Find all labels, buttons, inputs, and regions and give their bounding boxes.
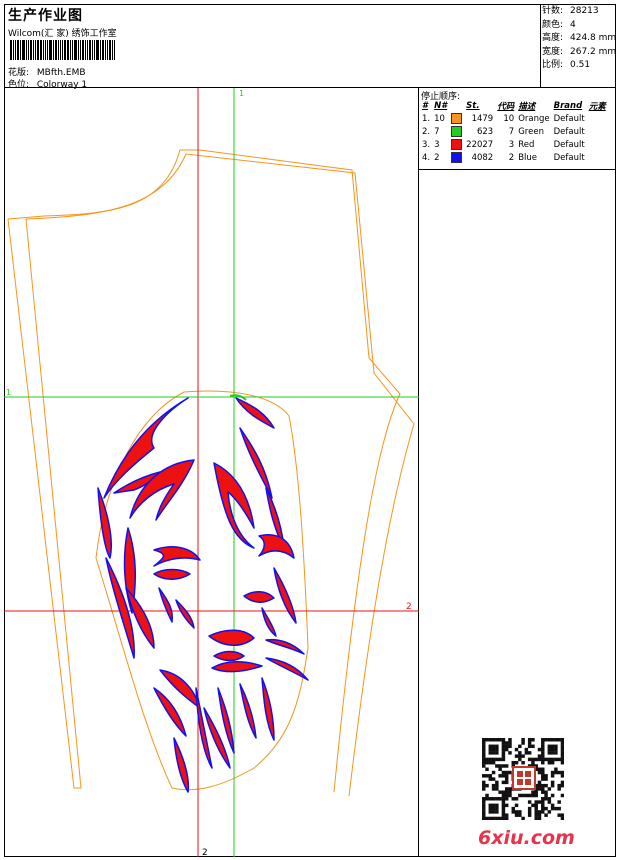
col-stitches-header: St.: [466, 101, 480, 111]
design-canvas[interactable]: 1 1 2 2: [4, 88, 419, 857]
col-index-header: #: [422, 101, 428, 111]
header-panel: 生产作业图 Wilcom(汇 家) 绣饰工作室 花版: MBfth.EMB 色位…: [4, 4, 541, 90]
color-swatch: [451, 126, 463, 137]
table-row: 2. 7 623 7 Green Default: [422, 126, 585, 137]
guide-label-h-right: 2: [406, 602, 412, 612]
table-row: 4. 2 4082 2 Blue Default: [422, 152, 585, 163]
stat-stitches: 针数: 28213: [542, 6, 599, 16]
col-desc-header: 描述: [518, 102, 536, 112]
stat-scale: 比例: 0.51: [542, 60, 591, 70]
garment-outline: [7, 149, 415, 797]
seal-stamp-icon: [512, 766, 536, 790]
company-name: Wilcom(汇 家) 绣饰工作室: [8, 29, 117, 39]
col-code-header: 代码: [497, 102, 515, 112]
stats-panel: 针数: 28213 颜色: 4 高度: 424.8 mm 宽度: 267.2 mm 比例…: [541, 4, 616, 88]
table-row: 3. 3 22027 3 Red Default: [422, 139, 585, 150]
stat-height: 高度: 424.8 mm: [542, 33, 617, 43]
guide-label-h-left: 1: [6, 388, 11, 397]
color-swatch: [451, 113, 463, 124]
color-sequence-table: # N# St. 代码 描述 Brand 元素 1. 10 1479 10 Or…: [420, 100, 608, 164]
color-sequence-panel: 停止顺序: # N# St. 代码 描述 Brand 元素 1. 10 1479…: [419, 88, 616, 170]
design-preview: 1 1 2 2: [4, 88, 419, 857]
col-color-swatch-header: [449, 100, 464, 112]
guide-label-v-bottom: 2: [202, 848, 208, 857]
page-title: 生产作业图: [8, 8, 83, 24]
table-header-row: # N# St. 代码 描述 Brand 元素: [420, 100, 608, 112]
col-needle-header: N#: [434, 101, 448, 111]
stat-width: 宽度: 267.2 mm: [542, 46, 617, 57]
watermark-text: 6xiu.com: [478, 827, 575, 849]
barcode-icon: [10, 40, 126, 60]
color-swatch: [451, 139, 463, 150]
tiger-artwork: [97, 397, 309, 793]
col-element-header: 元素: [588, 102, 606, 112]
color-swatch: [451, 152, 463, 163]
table-row: 1. 10 1479 10 Orange Default: [422, 113, 585, 124]
stat-colors: 颜色: 4: [542, 19, 576, 30]
guide-label-v-top: 1: [239, 89, 244, 98]
col-brand-header: Brand: [553, 101, 583, 111]
